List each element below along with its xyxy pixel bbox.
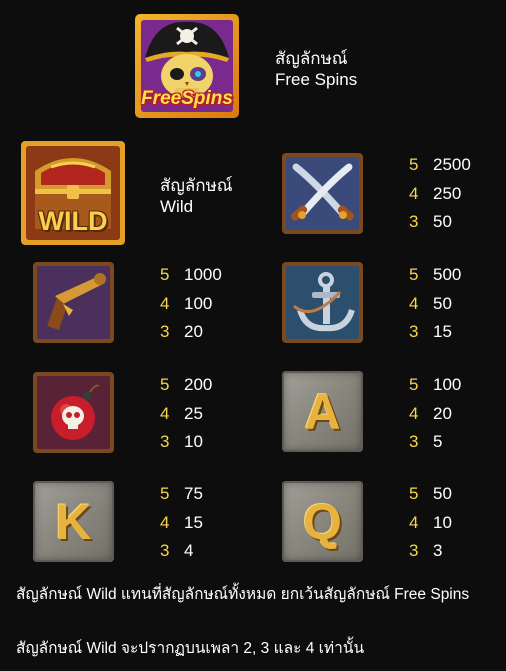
pay-value: 200	[184, 375, 213, 394]
pay-value: 15	[433, 322, 452, 341]
free-spins-symbol: FreeSpins	[135, 14, 239, 118]
wild-label: สัญลักษณ์ Wild	[160, 175, 233, 217]
pay-count: 3	[409, 541, 419, 560]
letter-a-icon: A	[304, 383, 341, 440]
swords-paytable: 5 2500 4 250 3 50	[409, 151, 471, 237]
pay-count: 4	[409, 293, 419, 313]
pay-row: 5 1000	[160, 261, 222, 290]
pay-value: 100	[184, 293, 213, 313]
pay-value: 50	[433, 293, 452, 313]
pay-count: 5	[160, 484, 170, 503]
pay-count: 4	[160, 512, 170, 532]
pay-count: 3	[160, 541, 170, 560]
pay-count: 5	[409, 155, 419, 174]
pay-row: 5 500	[409, 261, 461, 290]
pay-value: 50	[433, 212, 452, 231]
anchor-paytable: 5 500 4 50 3 15	[409, 261, 461, 347]
wild-label-line2: Wild	[160, 197, 194, 216]
pay-count: 3	[409, 322, 419, 341]
anchor-symbol	[282, 262, 363, 343]
pay-count: 5	[409, 265, 419, 284]
pay-value: 100	[433, 375, 462, 394]
pay-value: 75	[184, 484, 203, 503]
pay-value: 4	[184, 541, 194, 560]
pay-count: 4	[160, 293, 170, 313]
pay-count: 3	[409, 432, 419, 451]
pay-value: 500	[433, 265, 462, 284]
pay-value: 1000	[184, 265, 222, 284]
letter-k-icon: K	[55, 493, 92, 550]
free-spins-label-line1: สัญลักษณ์	[275, 49, 348, 68]
flintlock-pistol-icon	[33, 262, 114, 343]
skull-bomb-icon	[33, 372, 114, 453]
pay-row: 3 15	[409, 318, 461, 347]
free-spins-label-line2: Free Spins	[275, 70, 358, 89]
pay-row: 4 20	[409, 400, 461, 429]
pay-count: 4	[409, 403, 419, 423]
wild-icon-text: WILD	[38, 205, 108, 236]
letter-a-symbol: A	[282, 371, 363, 452]
pay-row: 5 100	[409, 371, 461, 400]
pay-count: 3	[409, 212, 419, 231]
pay-value: 3	[433, 541, 443, 560]
wild-substitute-note: สัญลักษณ์ Wild แทนที่สัญลักษณ์ทั้งหมด ยก…	[16, 586, 470, 603]
wild-label-line1: สัญลักษณ์	[160, 176, 233, 195]
pay-row: 5 50	[409, 480, 452, 509]
crossed-swords-icon	[282, 153, 363, 234]
letter-k-symbol: K	[33, 481, 114, 562]
pay-value: 20	[184, 322, 203, 341]
letter-q-symbol: Q	[282, 481, 363, 562]
pay-value: 5	[433, 432, 443, 451]
pay-count: 4	[160, 403, 170, 423]
free-spins-icon-text: FreeSpins	[141, 88, 233, 109]
anchor-icon	[282, 262, 363, 343]
bomb-symbol	[33, 372, 114, 453]
pay-row: 4 50	[409, 290, 461, 319]
q-paytable: 5 50 4 10 33	[409, 480, 452, 566]
pay-row: 4 10	[409, 509, 452, 538]
pay-row: 35	[409, 428, 461, 457]
pay-value: 15	[184, 512, 203, 532]
letter-q-icon: Q	[303, 493, 342, 550]
pay-row: 33	[409, 537, 452, 566]
pay-row: 5 2500	[409, 151, 471, 180]
pay-value: 20	[433, 403, 452, 423]
pay-count: 5	[160, 265, 170, 284]
pay-row: 4 15	[160, 509, 203, 538]
pay-row: 5 200	[160, 371, 212, 400]
pay-value: 50	[433, 484, 452, 503]
pistol-symbol	[33, 262, 114, 343]
pay-row: 4 25	[160, 400, 212, 429]
pay-count: 4	[409, 512, 419, 532]
pistol-paytable: 5 1000 4 100 3 20	[160, 261, 222, 347]
pay-row: 4 250	[409, 180, 471, 209]
pay-value: 25	[184, 403, 203, 423]
pay-count: 3	[160, 432, 170, 451]
pay-count: 3	[160, 322, 170, 341]
a-paytable: 5 100 4 20 35	[409, 371, 461, 457]
pay-value: 250	[433, 183, 462, 203]
pay-row: 34	[160, 537, 203, 566]
free-spins-label: สัญลักษณ์ Free Spins	[275, 48, 357, 90]
wild-reels-note: สัญลักษณ์ Wild จะปรากฏบนเพลา 2, 3 และ 4 …	[16, 640, 365, 657]
pay-row: 5 75	[160, 480, 203, 509]
pay-value: 10	[433, 512, 452, 532]
pay-value: 10	[184, 432, 203, 451]
pay-row: 3 20	[160, 318, 222, 347]
wild-banner: WILD	[29, 205, 117, 237]
pay-row: 4 100	[160, 290, 222, 319]
pay-row: 3 50	[409, 208, 471, 237]
swords-symbol	[282, 153, 363, 234]
pay-count: 4	[409, 183, 419, 203]
pay-value: 2500	[433, 155, 471, 174]
pay-count: 5	[160, 375, 170, 394]
pay-count: 5	[409, 484, 419, 503]
k-paytable: 5 75 4 15 34	[160, 480, 203, 566]
bomb-paytable: 5 200 4 25 3 10	[160, 371, 212, 457]
pay-count: 5	[409, 375, 419, 394]
pay-row: 3 10	[160, 428, 212, 457]
free-spins-banner: FreeSpins	[137, 86, 237, 112]
wild-symbol: WILD	[21, 141, 125, 245]
